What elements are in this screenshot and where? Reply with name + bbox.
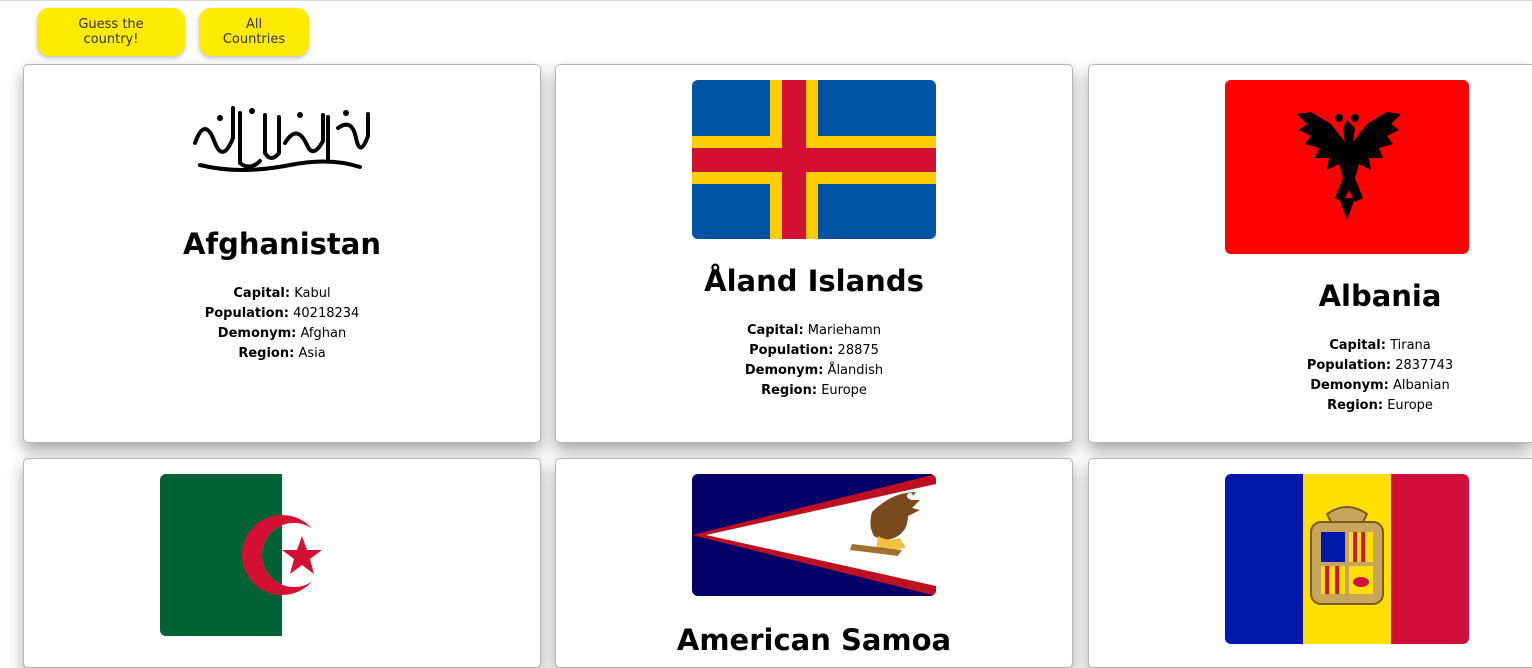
region-value: Europe	[1387, 398, 1433, 413]
region-row: Region: Asia	[238, 346, 326, 361]
country-card[interactable]: Albania Capital: Tirana Population: 2837…	[1088, 64, 1532, 443]
country-name: Åland Islands	[704, 264, 924, 298]
population-row: Population: 2837743	[1306, 358, 1454, 373]
capital-value: Mariehamn	[807, 323, 882, 338]
population-value: 40218234	[293, 306, 360, 321]
capital-value: Tirana	[1390, 338, 1431, 353]
region-value: Asia	[298, 346, 326, 361]
andorra-flag-icon	[1225, 474, 1469, 644]
afghanistan-flag-icon	[160, 103, 404, 178]
demonym-row: Demonym: Albanian	[1310, 378, 1450, 393]
demonym-value: Afghan	[300, 326, 347, 341]
country-card[interactable]: Afghanistan Capital: Kabul Population: 4…	[23, 64, 541, 443]
demonym-row: Demonym: Afghan	[217, 326, 347, 341]
demonym-value: Albanian	[1392, 378, 1450, 393]
demonym-value: Ålandish	[827, 363, 884, 378]
country-card[interactable]: American Samoa	[555, 458, 1073, 668]
capital-row: Capital: Kabul	[233, 286, 331, 301]
country-info: Capital: Kabul Population: 40218234 Demo…	[24, 284, 540, 364]
region-row: Region: Europe	[761, 383, 867, 398]
region-value: Europe	[821, 383, 867, 398]
country-card[interactable]: Åland Islands Capital: Mariehamn Populat…	[555, 64, 1073, 443]
country-grid: Afghanistan Capital: Kabul Population: 4…	[23, 64, 1532, 668]
country-name: American Samoa	[676, 623, 952, 657]
country-name: Afghanistan	[183, 227, 381, 261]
country-card[interactable]	[23, 458, 541, 668]
demonym-row: Demonym: Ålandish	[744, 363, 884, 378]
country-info: Capital: Tirana Population: 2837743 Demo…	[1156, 336, 1532, 416]
aland-flag-icon	[692, 80, 936, 239]
population-value: 28875	[837, 343, 879, 358]
nav-bar: Guess the country! All Countries	[37, 8, 309, 56]
capital-row: Capital: Tirana	[1329, 338, 1431, 353]
population-value: 2837743	[1395, 358, 1454, 373]
capital-row: Capital: Mariehamn	[746, 323, 882, 338]
american-samoa-flag-icon	[692, 474, 936, 596]
country-card[interactable]	[1088, 458, 1532, 668]
top-divider	[0, 0, 1532, 1]
region-row: Region: Europe	[1327, 398, 1433, 413]
albania-flag-icon	[1225, 80, 1469, 254]
country-info: Capital: Mariehamn Population: 28875 Dem…	[556, 321, 1072, 401]
population-row: Population: 28875	[749, 343, 879, 358]
country-name: Albania	[1318, 279, 1442, 313]
capital-value: Kabul	[294, 286, 331, 301]
guess-country-button[interactable]: Guess the country!	[37, 8, 185, 56]
population-row: Population: 40218234	[204, 306, 360, 321]
algeria-flag-icon	[160, 474, 404, 636]
all-countries-button[interactable]: All Countries	[199, 8, 309, 56]
